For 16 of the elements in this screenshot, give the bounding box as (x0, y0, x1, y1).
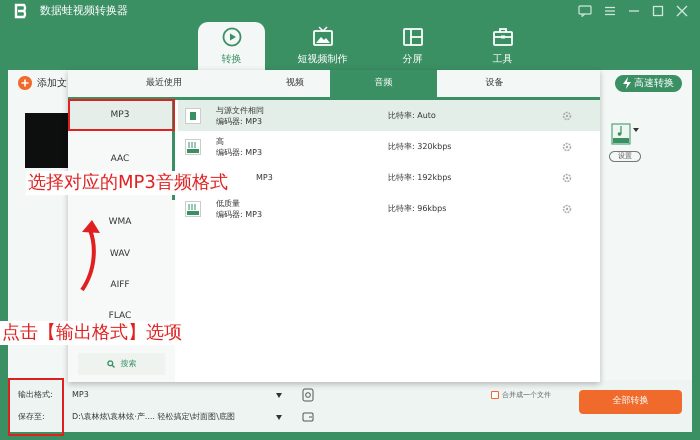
encoder-text: 编码器: MP3 (216, 146, 264, 158)
encoder-text: 编码器: MP3 (216, 208, 264, 220)
encoder-text: MP3 (255, 172, 274, 183)
field-label: 输出格式: (18, 389, 54, 401)
preset-title: 高 (216, 136, 225, 146)
annotation-tooltip: 点击【输出格式】选项 (0, 321, 184, 345)
bitrate-text: 比特率: 192kbps (388, 172, 452, 184)
bitrate-text: 比特率: Auto (388, 110, 437, 122)
annotation-tooltip: 选择对应的MP3音频格式 (26, 171, 230, 195)
window-title: 数据蛙视频转换器 (40, 2, 128, 19)
bitrate-text: 比特率: 96kbps (388, 202, 448, 214)
field-label: 保存至: (18, 411, 46, 423)
encoder-text: 编码器: MP3 (216, 116, 264, 126)
preset-title: 低质量 (216, 198, 241, 208)
preset-title: 与源文件相同 (216, 104, 265, 116)
bitrate-text: 比特率: 320kbps (388, 140, 452, 152)
